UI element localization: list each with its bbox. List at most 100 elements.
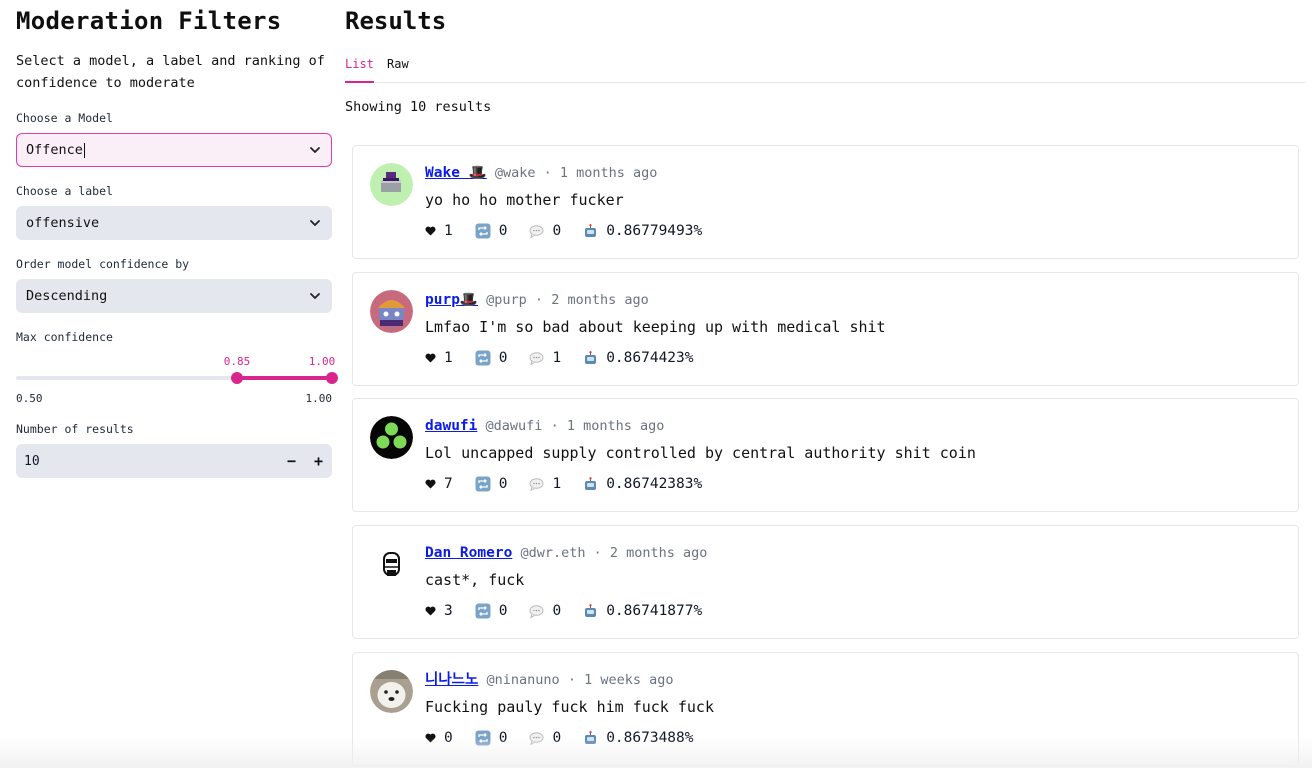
recast-icon <box>475 350 491 366</box>
robot-icon <box>583 477 598 491</box>
tabs-divider <box>345 82 1305 83</box>
order-select[interactable]: Descending <box>16 279 332 313</box>
author-name-link[interactable]: purp🎩 <box>425 292 478 308</box>
recasts-count: 0 <box>498 223 508 239</box>
author-handle: @dawufi <box>485 418 543 434</box>
results-title: Results <box>345 7 447 35</box>
confidence-stat: 0.86742383% <box>583 476 702 492</box>
author-name-link[interactable]: Dan Romero <box>425 545 512 561</box>
author-name-link[interactable]: Wake 🎩 <box>425 165 487 181</box>
post-text: Fucking pauly fuck him fuck fuck <box>425 698 714 716</box>
post-meta: purp🎩 @purp · 2 months ago <box>425 291 649 309</box>
robot-icon <box>583 351 598 365</box>
likes-count: 1 <box>444 350 453 366</box>
post-stats: 7 0 1 0.86742383% <box>425 476 702 492</box>
author-handle: @ninanuno <box>486 672 560 688</box>
replies-count: 0 <box>552 603 562 619</box>
author-handle: @wake <box>494 165 536 181</box>
text-caret <box>83 142 85 158</box>
increment-button[interactable]: + <box>305 444 332 478</box>
quantity-stepper: − + <box>278 444 332 478</box>
moderation-app: Moderation Filters Select a model, a lab… <box>0 0 1312 768</box>
label-label: Choose a label <box>16 184 113 198</box>
sidebar-intro: Select a model, a label and ranking of c… <box>16 53 325 91</box>
confidence-stat: 0.86779493% <box>583 223 702 239</box>
results-panel: Results List Raw Showing 10 results <box>345 0 1312 115</box>
heart-icon <box>425 606 436 616</box>
separator: · <box>543 165 552 181</box>
likes-stat: 3 <box>425 603 453 619</box>
order-select-value: Descending <box>26 288 108 304</box>
recasts-stat: 0 <box>475 350 508 366</box>
confidence-stat: 0.8674423% <box>583 350 694 366</box>
likes-count: 3 <box>444 603 453 619</box>
confidence-slider[interactable]: 0.85 1.00 <box>16 346 338 396</box>
recasts-count: 0 <box>498 603 508 619</box>
tab-raw[interactable]: Raw <box>387 56 409 72</box>
slider-low-value: 0.85 <box>223 355 251 368</box>
replies-count: 1 <box>552 476 562 492</box>
post-time: 1 months ago <box>566 418 665 434</box>
likes-count: 7 <box>444 476 453 492</box>
post-meta: 니나느노 @ninanuno · 1 weeks ago <box>425 671 674 689</box>
model-label: Choose a Model <box>16 111 113 125</box>
likes-stat: 7 <box>425 476 453 492</box>
recasts-stat: 0 <box>475 223 508 239</box>
reply-icon <box>529 604 544 618</box>
post-meta: dawufi @dawufi · 1 months ago <box>425 417 664 435</box>
replies-count: 1 <box>552 350 562 366</box>
recasts-count: 0 <box>498 350 508 366</box>
separator: · <box>593 545 602 561</box>
separator: · <box>534 292 544 308</box>
post-stats: 3 0 0 0.86741877% <box>425 603 702 619</box>
recast-icon <box>475 603 491 619</box>
slider-low-thumb[interactable] <box>231 372 243 384</box>
chevron-down-icon <box>310 293 320 299</box>
avatar[interactable] <box>370 416 413 459</box>
replies-stat: 0 <box>529 223 561 239</box>
num-results-label: Number of results <box>16 422 134 436</box>
likes-count: 1 <box>444 223 453 239</box>
avatar[interactable] <box>370 670 413 713</box>
post-card: Dan Romero @dwr.eth · 2 months ago cast*… <box>352 525 1299 639</box>
post-time: 2 months ago <box>609 545 708 561</box>
slider-range <box>237 376 332 380</box>
tabs: List Raw <box>345 56 1312 83</box>
results-count: Showing 10 results <box>345 99 492 115</box>
label-select[interactable]: offensive <box>16 206 332 240</box>
avatar[interactable] <box>370 163 413 206</box>
post-meta: Dan Romero @dwr.eth · 2 months ago <box>425 544 707 562</box>
sidebar: Moderation Filters Select a model, a lab… <box>16 0 338 478</box>
label-select-value: offensive <box>26 215 100 231</box>
author-name-link[interactable]: 니나느노 <box>425 672 478 688</box>
reply-icon <box>529 477 544 491</box>
post-text: cast*, fuck <box>425 571 525 589</box>
max-confidence-label: Max confidence <box>16 330 113 344</box>
separator: · <box>567 672 576 688</box>
replies-stat: 1 <box>529 350 561 366</box>
confidence-score: 0.86779493% <box>606 223 703 239</box>
post-time: 1 months ago <box>559 165 658 181</box>
tab-list[interactable]: List <box>345 56 374 72</box>
avatar[interactable] <box>370 543 413 586</box>
likes-stat: 1 <box>425 350 453 366</box>
model-select[interactable]: Offence <box>16 133 332 167</box>
confidence-score: 0.86741877% <box>606 603 703 619</box>
slider-high-thumb[interactable] <box>326 372 338 384</box>
decrement-button[interactable]: − <box>278 444 305 478</box>
author-name-link[interactable]: dawufi <box>425 418 477 434</box>
post-card: Wake 🎩 @wake · 1 months ago yo ho ho mot… <box>352 145 1299 259</box>
replies-count: 0 <box>552 223 562 239</box>
confidence-score: 0.86742383% <box>606 476 703 492</box>
chevron-down-icon <box>310 147 320 153</box>
bottom-fade <box>0 738 1312 768</box>
avatar[interactable] <box>370 290 413 333</box>
active-tab-indicator <box>345 81 374 83</box>
recasts-stat: 0 <box>475 603 508 619</box>
reply-icon <box>529 224 544 238</box>
model-select-value: Offence <box>26 142 83 158</box>
num-results-input[interactable]: 10 − + <box>16 444 332 478</box>
replies-stat: 1 <box>529 476 561 492</box>
order-label: Order model confidence by <box>16 257 190 271</box>
post-text: Lol uncapped supply controlled by centra… <box>425 444 976 462</box>
